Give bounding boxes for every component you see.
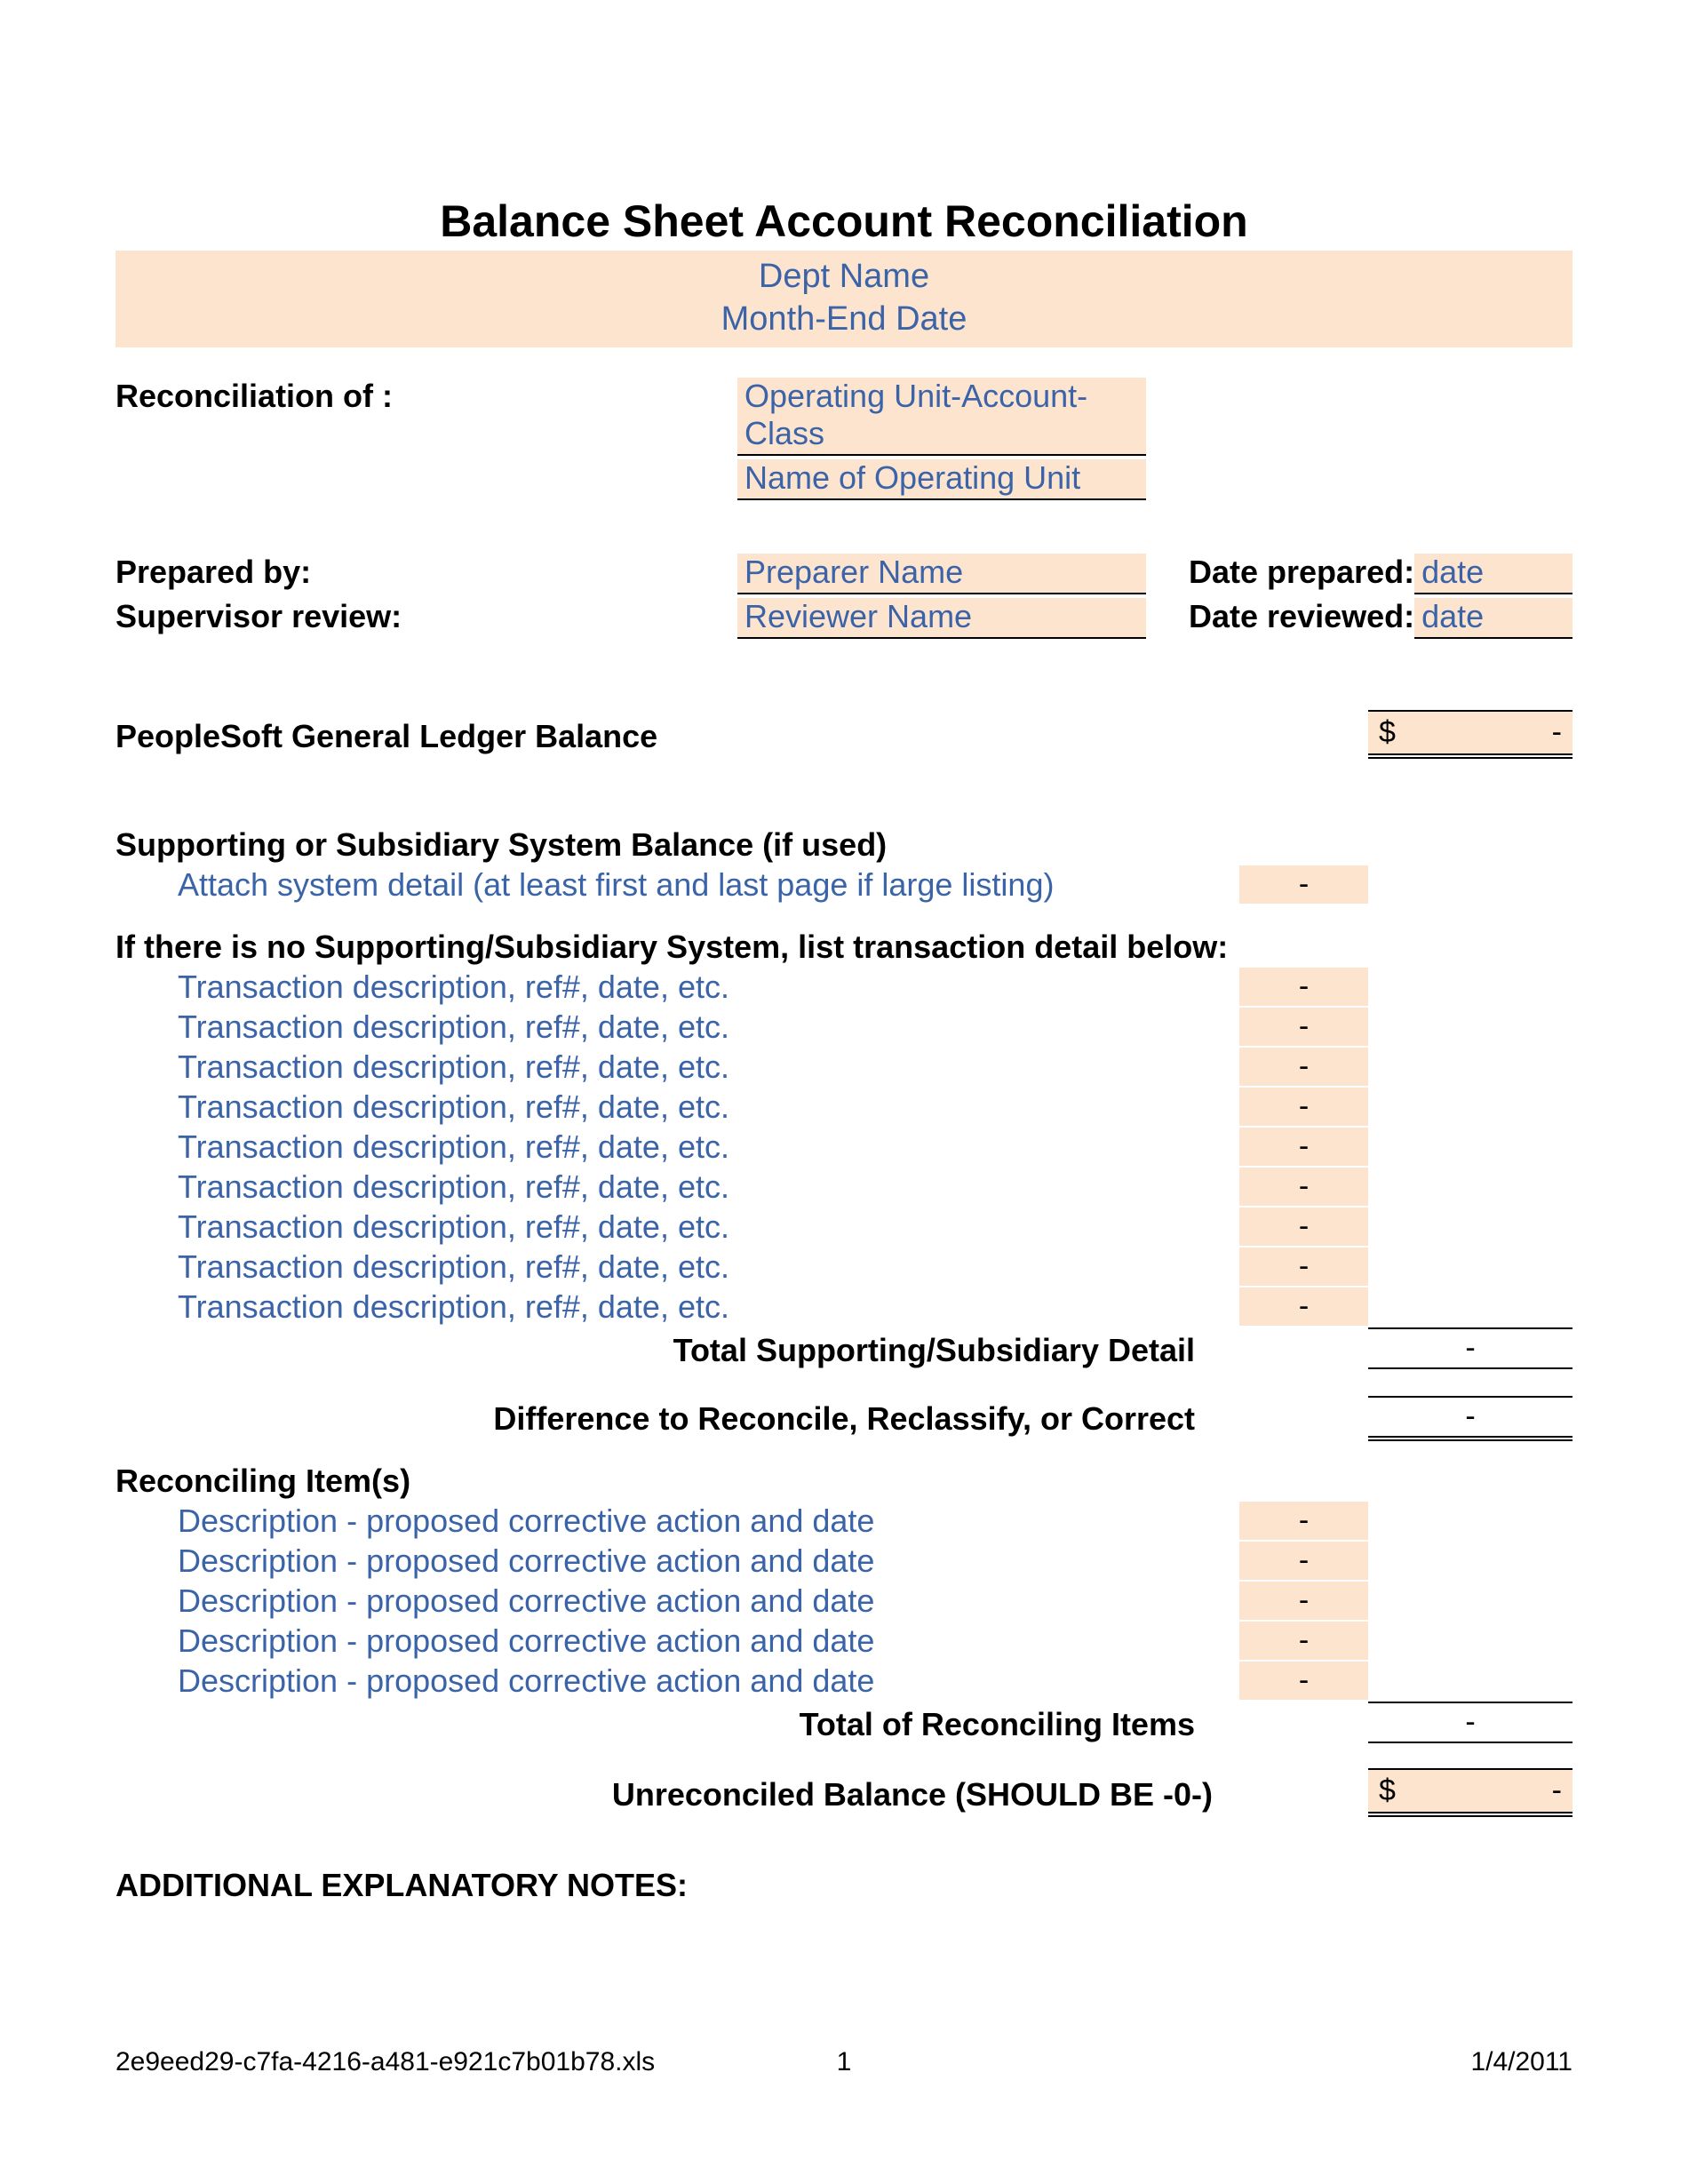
gl-balance-amount: -	[1552, 715, 1562, 750]
supporting-attach-value[interactable]: -	[1239, 865, 1368, 904]
reconciling-item-row: Description - proposed corrective action…	[115, 1622, 1573, 1660]
reconciling-item-value[interactable]: -	[1239, 1662, 1368, 1700]
gl-balance-label: PeopleSoft General Ledger Balance	[115, 718, 1368, 755]
total-reconciling-row: Total of Reconciling Items -	[115, 1702, 1573, 1743]
transaction-row: Transaction description, ref#, date, etc…	[115, 1088, 1573, 1126]
footer-page: 1	[115, 2047, 1573, 2077]
unreconciled-currency: $	[1379, 1774, 1396, 1808]
transaction-value[interactable]: -	[1239, 1048, 1368, 1086]
transaction-desc[interactable]: Transaction description, ref#, date, etc…	[115, 1008, 1222, 1046]
reconciling-item-value[interactable]: -	[1239, 1542, 1368, 1580]
no-supporting-heading: If there is no Supporting/Subsidiary Sys…	[115, 929, 1573, 966]
difference-row: Difference to Reconcile, Reclassify, or …	[115, 1396, 1573, 1438]
dept-name: Dept Name	[115, 256, 1573, 299]
reconciliation-value-2[interactable]: Name of Operating Unit	[737, 459, 1146, 500]
transaction-desc[interactable]: Transaction description, ref#, date, etc…	[115, 1128, 1222, 1166]
supervisor-review-label: Supervisor review:	[115, 598, 737, 639]
transaction-value[interactable]: -	[1239, 1208, 1368, 1246]
date-prepared-value[interactable]: date	[1414, 554, 1573, 594]
transaction-value[interactable]: -	[1239, 1247, 1368, 1286]
prepared-by-value[interactable]: Preparer Name	[737, 554, 1146, 594]
transaction-desc[interactable]: Transaction description, ref#, date, etc…	[115, 968, 1222, 1006]
transaction-value[interactable]: -	[1239, 968, 1368, 1006]
transaction-desc[interactable]: Transaction description, ref#, date, etc…	[115, 1208, 1222, 1246]
header-band: Dept Name Month-End Date	[115, 251, 1573, 347]
date-reviewed-value[interactable]: date	[1414, 598, 1573, 639]
transaction-desc[interactable]: Transaction description, ref#, date, etc…	[115, 1168, 1222, 1206]
transaction-value[interactable]: -	[1239, 1168, 1368, 1206]
total-reconciling-label: Total of Reconciling Items	[115, 1706, 1204, 1743]
reconciliation-of-label: Reconciliation of :	[115, 378, 737, 456]
reconciling-item-row: Description - proposed corrective action…	[115, 1662, 1573, 1700]
reconciling-item-row: Description - proposed corrective action…	[115, 1542, 1573, 1580]
supporting-attach-row: Attach system detail (at least first and…	[115, 865, 1573, 904]
transaction-row: Transaction description, ref#, date, etc…	[115, 1168, 1573, 1206]
gl-balance-value[interactable]: $ -	[1368, 710, 1573, 755]
unreconciled-label: Unreconciled Balance (SHOULD BE -0-)	[115, 1776, 1368, 1813]
transaction-desc[interactable]: Transaction description, ref#, date, etc…	[115, 1048, 1222, 1086]
transaction-desc[interactable]: Transaction description, ref#, date, etc…	[115, 1288, 1222, 1326]
transaction-value[interactable]: -	[1239, 1128, 1368, 1166]
transaction-desc[interactable]: Transaction description, ref#, date, etc…	[115, 1248, 1222, 1286]
reconciling-item-value[interactable]: -	[1239, 1582, 1368, 1620]
gl-balance-row: PeopleSoft General Ledger Balance $ -	[115, 710, 1573, 755]
prepared-supervisor-block: Prepared by: Preparer Name Date prepared…	[115, 554, 1573, 639]
transaction-row: Transaction description, ref#, date, etc…	[115, 1128, 1573, 1166]
date-prepared-label: Date prepared:	[1182, 554, 1414, 594]
unreconciled-amount: -	[1552, 1774, 1562, 1808]
transaction-row: Transaction description, ref#, date, etc…	[115, 1208, 1573, 1246]
month-end-date: Month-End Date	[115, 299, 1573, 341]
notes-heading: ADDITIONAL EXPLANATORY NOTES:	[115, 1867, 1573, 1904]
transaction-row: Transaction description, ref#, date, etc…	[115, 1287, 1573, 1326]
transaction-desc[interactable]: Transaction description, ref#, date, etc…	[115, 1088, 1222, 1126]
total-supporting-label: Total Supporting/Subsidiary Detail	[115, 1332, 1204, 1369]
reconciling-item-desc[interactable]: Description - proposed corrective action…	[115, 1542, 1222, 1580]
reconciling-item-value[interactable]: -	[1239, 1622, 1368, 1660]
reconciling-item-desc[interactable]: Description - proposed corrective action…	[115, 1662, 1222, 1700]
reconciling-item-desc[interactable]: Description - proposed corrective action…	[115, 1582, 1222, 1620]
difference-value: -	[1368, 1396, 1573, 1438]
reconciling-item-row: Description - proposed corrective action…	[115, 1502, 1573, 1540]
reconciling-item-desc[interactable]: Description - proposed corrective action…	[115, 1502, 1222, 1540]
reconciliation-value-1[interactable]: Operating Unit-Account-Class	[737, 378, 1146, 456]
transaction-row: Transaction description, ref#, date, etc…	[115, 968, 1573, 1006]
transaction-value[interactable]: -	[1239, 1008, 1368, 1046]
prepared-by-label: Prepared by:	[115, 554, 737, 594]
difference-label: Difference to Reconcile, Reclassify, or …	[115, 1400, 1204, 1438]
supporting-attach-text: Attach system detail (at least first and…	[115, 866, 1222, 904]
reconciling-heading: Reconciling Item(s)	[115, 1463, 1573, 1500]
supervisor-review-value[interactable]: Reviewer Name	[737, 598, 1146, 639]
transaction-value[interactable]: -	[1239, 1088, 1368, 1126]
date-reviewed-label: Date reviewed:	[1182, 598, 1414, 639]
reconciliation-of-block: Reconciliation of : Operating Unit-Accou…	[115, 378, 1573, 500]
unreconciled-value: $ -	[1368, 1768, 1573, 1813]
total-reconciling-value: -	[1368, 1702, 1573, 1743]
transaction-row: Transaction description, ref#, date, etc…	[115, 1048, 1573, 1086]
total-supporting-value: -	[1368, 1327, 1573, 1369]
total-supporting-row: Total Supporting/Subsidiary Detail -	[115, 1327, 1573, 1369]
supporting-heading: Supporting or Subsidiary System Balance …	[115, 826, 1573, 864]
transaction-row: Transaction description, ref#, date, etc…	[115, 1008, 1573, 1046]
reconciling-item-desc[interactable]: Description - proposed corrective action…	[115, 1622, 1222, 1660]
transaction-value[interactable]: -	[1239, 1287, 1368, 1326]
page-title: Balance Sheet Account Reconciliation	[115, 195, 1573, 247]
transaction-row: Transaction description, ref#, date, etc…	[115, 1247, 1573, 1286]
gl-balance-currency: $	[1379, 715, 1396, 750]
reconciling-item-value[interactable]: -	[1239, 1502, 1368, 1540]
reconciling-item-row: Description - proposed corrective action…	[115, 1582, 1573, 1620]
unreconciled-row: Unreconciled Balance (SHOULD BE -0-) $ -	[115, 1768, 1573, 1813]
page-footer: 2e9eed29-c7fa-4216-a481-e921c7b01b78.xls…	[115, 2047, 1573, 2077]
